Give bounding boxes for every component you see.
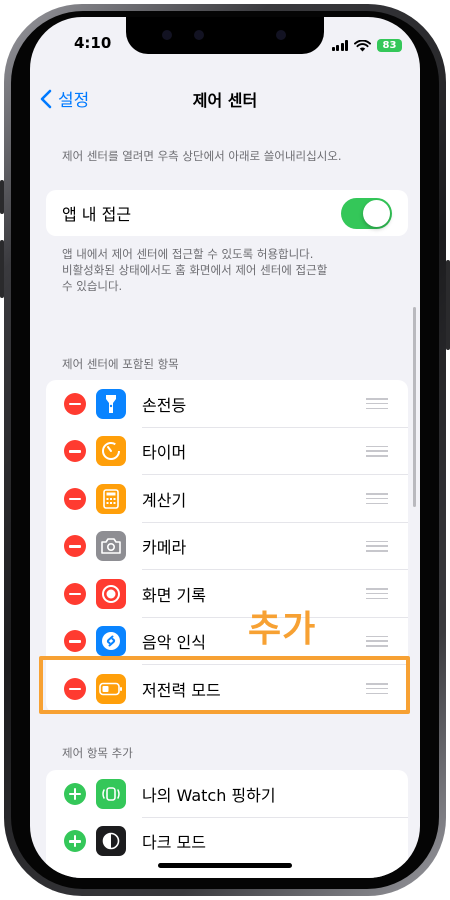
in-app-access-toggle[interactable]: [341, 197, 392, 229]
intro-caption: 제어 센터를 열려면 우측 상단에서 아래로 쓸어내리십시오.: [62, 149, 342, 163]
list-item: 계산기: [46, 475, 408, 523]
add-button[interactable]: [64, 830, 86, 853]
list-item: 나의 Watch 핑하기: [46, 770, 408, 818]
in-app-access-row: 앱 내 접근: [46, 190, 408, 236]
in-app-access-footer: 앱 내에서 제어 센터에 접근할 수 있도록 허용합니다. 비활성화된 상태에서…: [62, 246, 392, 294]
flashlight-icon: [96, 388, 126, 419]
home-indicator[interactable]: [158, 863, 292, 868]
more-controls-header: 제어 항목 추가: [62, 746, 133, 760]
side-button: [0, 180, 4, 214]
footer-line: 비활성화된 상태에서도 홈 화면에서 제어 센터에 접근할: [62, 263, 328, 277]
remove-button[interactable]: [64, 487, 86, 510]
reorder-handle[interactable]: [366, 540, 388, 552]
status-icons: 83: [331, 39, 402, 52]
side-button: [0, 240, 4, 298]
dark-mode-icon: [96, 826, 126, 857]
camera-icon: [96, 531, 126, 562]
screen: 4:10 83 설정 제어 센터 제어 센터를 열려면 우측 상단에서 아래로 …: [30, 17, 420, 878]
footer-line: 앱 내에서 제어 센터에 접근할 수 있도록 허용합니다.: [62, 247, 314, 261]
timer-icon: [96, 436, 126, 467]
item-label: 타이머: [142, 443, 187, 463]
annotation-label: 추가: [248, 609, 317, 650]
shazam-icon: [96, 626, 126, 657]
item-label: 화면 기록: [142, 585, 206, 605]
item-label: 손전등: [142, 395, 187, 415]
list-item: 다크 모드: [46, 818, 408, 866]
highlight-box: [39, 656, 410, 714]
reorder-handle[interactable]: [366, 445, 388, 457]
in-app-access-card: 앱 내 접근: [46, 190, 408, 236]
item-label: 카메라: [142, 538, 187, 558]
item-label: 나의 Watch 핑하기: [142, 785, 276, 805]
list-item: 손전등: [46, 380, 408, 428]
list-item: 타이머: [46, 428, 408, 475]
list-item: 화면 기록: [46, 570, 408, 618]
scrollbar[interactable]: [413, 307, 416, 507]
screen-record-icon: [96, 578, 126, 609]
watch-ping-icon: [96, 778, 126, 809]
signal-icon: [331, 40, 348, 51]
reorder-handle[interactable]: [366, 493, 388, 504]
remove-button[interactable]: [64, 392, 86, 415]
list-item: 카메라: [46, 523, 408, 570]
reorder-handle[interactable]: [366, 398, 388, 409]
remove-button[interactable]: [64, 535, 86, 558]
reorder-handle[interactable]: [366, 635, 388, 647]
camera-notch: [126, 17, 324, 54]
add-button[interactable]: [64, 782, 86, 805]
included-section-header: 제어 센터에 포함된 항목: [62, 357, 179, 371]
page-title: 제어 센터: [192, 91, 258, 110]
item-label: 음악 인식: [142, 633, 206, 653]
item-label: 계산기: [142, 490, 187, 510]
item-label: 다크 모드: [142, 833, 206, 853]
footer-line: 수 있습니다.: [62, 279, 123, 293]
in-app-access-label: 앱 내 접근: [62, 205, 132, 224]
battery-icon: 83: [377, 39, 402, 52]
side-button: [446, 260, 450, 350]
remove-button[interactable]: [64, 440, 86, 463]
remove-button[interactable]: [64, 630, 86, 653]
reorder-handle[interactable]: [366, 588, 388, 599]
remove-button[interactable]: [64, 582, 86, 605]
wifi-icon: [354, 39, 371, 51]
more-controls-list: 나의 Watch 핑하기 다크 모드: [46, 770, 408, 878]
calculator-icon: [96, 483, 126, 514]
status-time: 4:10: [74, 34, 112, 52]
